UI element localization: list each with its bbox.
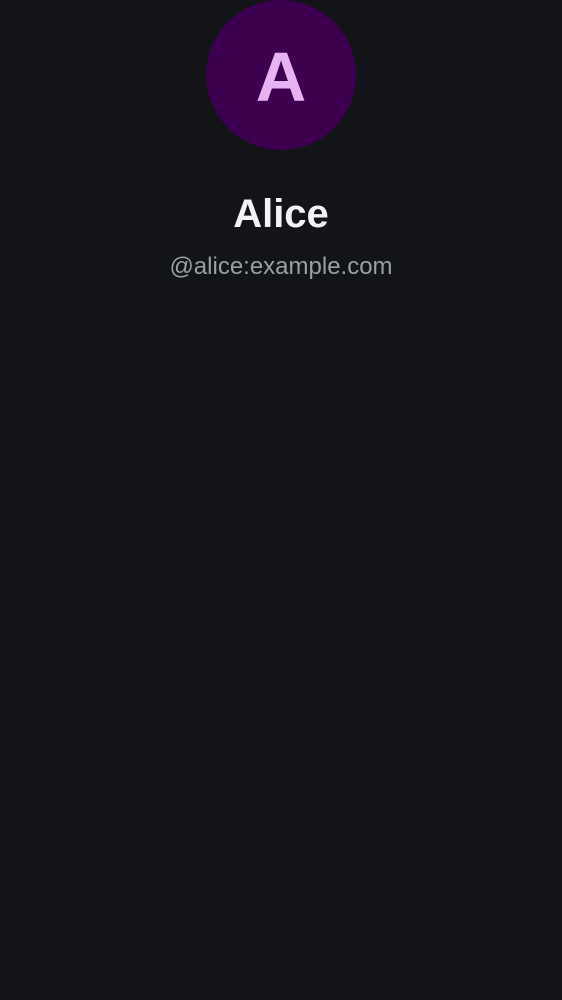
user-profile-screen: A Alice @alice:example.com [0, 0, 562, 1000]
avatar-initial: A [255, 38, 307, 116]
avatar[interactable]: A [206, 0, 356, 150]
user-id: @alice:example.com [169, 253, 393, 280]
display-name: Alice [233, 192, 329, 236]
